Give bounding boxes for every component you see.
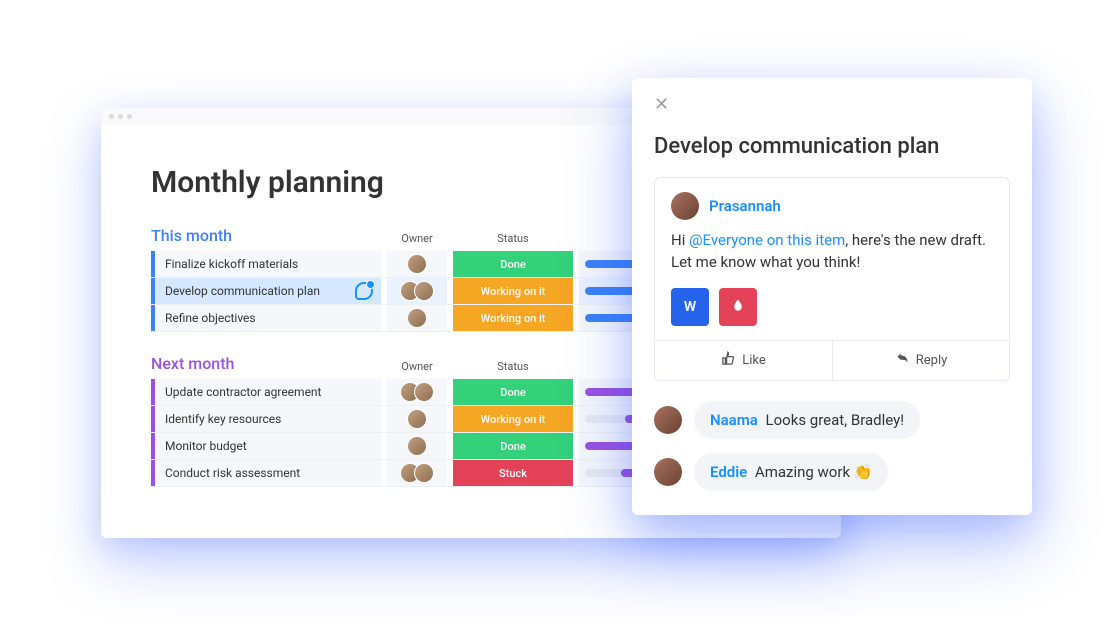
task-cell[interactable]: Conduct risk assessment	[151, 460, 381, 486]
column-header-owner: Owner	[387, 232, 447, 247]
item-panel: ✕ Develop communication plan Prasannah H…	[632, 78, 1032, 515]
avatar[interactable]	[407, 308, 427, 328]
task-name: Monitor budget	[165, 439, 247, 453]
conversation-icon[interactable]	[355, 282, 373, 300]
status-cell[interactable]: Done	[453, 433, 573, 459]
owner-cell[interactable]	[387, 460, 447, 486]
comment-text: Amazing work 👏	[755, 463, 873, 481]
post-text: Hi @Everyone on this item, here's the ne…	[671, 230, 993, 274]
status-cell[interactable]: Done	[453, 379, 573, 405]
task-cell[interactable]: Develop communication plan	[151, 278, 381, 304]
avatar[interactable]	[671, 192, 699, 220]
avatar[interactable]	[407, 436, 427, 456]
status-cell[interactable]: Stuck	[453, 460, 573, 486]
comment-row: Eddie Amazing work 👏	[654, 453, 1010, 491]
column-header-status: Status	[453, 232, 573, 247]
task-cell[interactable]: Update contractor agreement	[151, 379, 381, 405]
status-cell[interactable]: Working on it	[453, 406, 573, 432]
status-cell[interactable]: Working on it	[453, 305, 573, 331]
task-name: Refine objectives	[165, 311, 256, 325]
status-cell[interactable]: Done	[453, 251, 573, 277]
comment-author[interactable]: Eddie	[710, 463, 747, 481]
panel-title: Develop communication plan	[654, 134, 1010, 159]
word-file-icon[interactable]: W	[671, 288, 709, 326]
avatar[interactable]	[407, 254, 427, 274]
reply-icon	[895, 351, 910, 370]
task-cell[interactable]: Finalize kickoff materials	[151, 251, 381, 277]
close-icon[interactable]: ✕	[654, 96, 1010, 114]
task-name: Finalize kickoff materials	[165, 257, 298, 271]
column-header-status: Status	[453, 360, 573, 375]
avatar[interactable]	[654, 458, 682, 486]
reply-button[interactable]: Reply	[832, 341, 1009, 380]
attachments: W	[671, 288, 993, 326]
avatar[interactable]	[414, 382, 434, 402]
task-cell[interactable]: Identify key resources	[151, 406, 381, 432]
avatar[interactable]	[407, 409, 427, 429]
post-author[interactable]: Prasannah	[709, 197, 781, 215]
column-header-owner: Owner	[387, 360, 447, 375]
task-name: Conduct risk assessment	[165, 466, 300, 480]
owner-cell[interactable]	[387, 305, 447, 331]
task-name: Identify key resources	[165, 412, 281, 426]
comment-row: Naama Looks great, Bradley!	[654, 401, 1010, 439]
task-cell[interactable]: Refine objectives	[151, 305, 381, 331]
group-name[interactable]: Next month	[151, 354, 381, 375]
comment-author[interactable]: Naama	[710, 411, 758, 429]
thumbs-up-icon	[721, 351, 736, 370]
owner-cell[interactable]	[387, 278, 447, 304]
comment-text: Looks great, Bradley!	[766, 411, 905, 429]
task-cell[interactable]: Monitor budget	[151, 433, 381, 459]
group-name[interactable]: This month	[151, 226, 381, 247]
comment-pill[interactable]: Naama Looks great, Bradley!	[694, 401, 920, 439]
task-name: Update contractor agreement	[165, 385, 321, 399]
like-button[interactable]: Like	[655, 341, 832, 380]
pdf-file-icon[interactable]	[719, 288, 757, 326]
update-post: Prasannah Hi @Everyone on this item, her…	[654, 177, 1010, 381]
comment-pill[interactable]: Eddie Amazing work 👏	[694, 453, 888, 491]
owner-cell[interactable]	[387, 406, 447, 432]
owner-cell[interactable]	[387, 251, 447, 277]
status-cell[interactable]: Working on it	[453, 278, 573, 304]
avatar[interactable]	[654, 406, 682, 434]
owner-cell[interactable]	[387, 433, 447, 459]
owner-cell[interactable]	[387, 379, 447, 405]
task-name: Develop communication plan	[165, 284, 320, 298]
avatar[interactable]	[414, 463, 434, 483]
mention[interactable]: @Everyone on this item	[689, 231, 845, 249]
avatar[interactable]	[414, 281, 434, 301]
